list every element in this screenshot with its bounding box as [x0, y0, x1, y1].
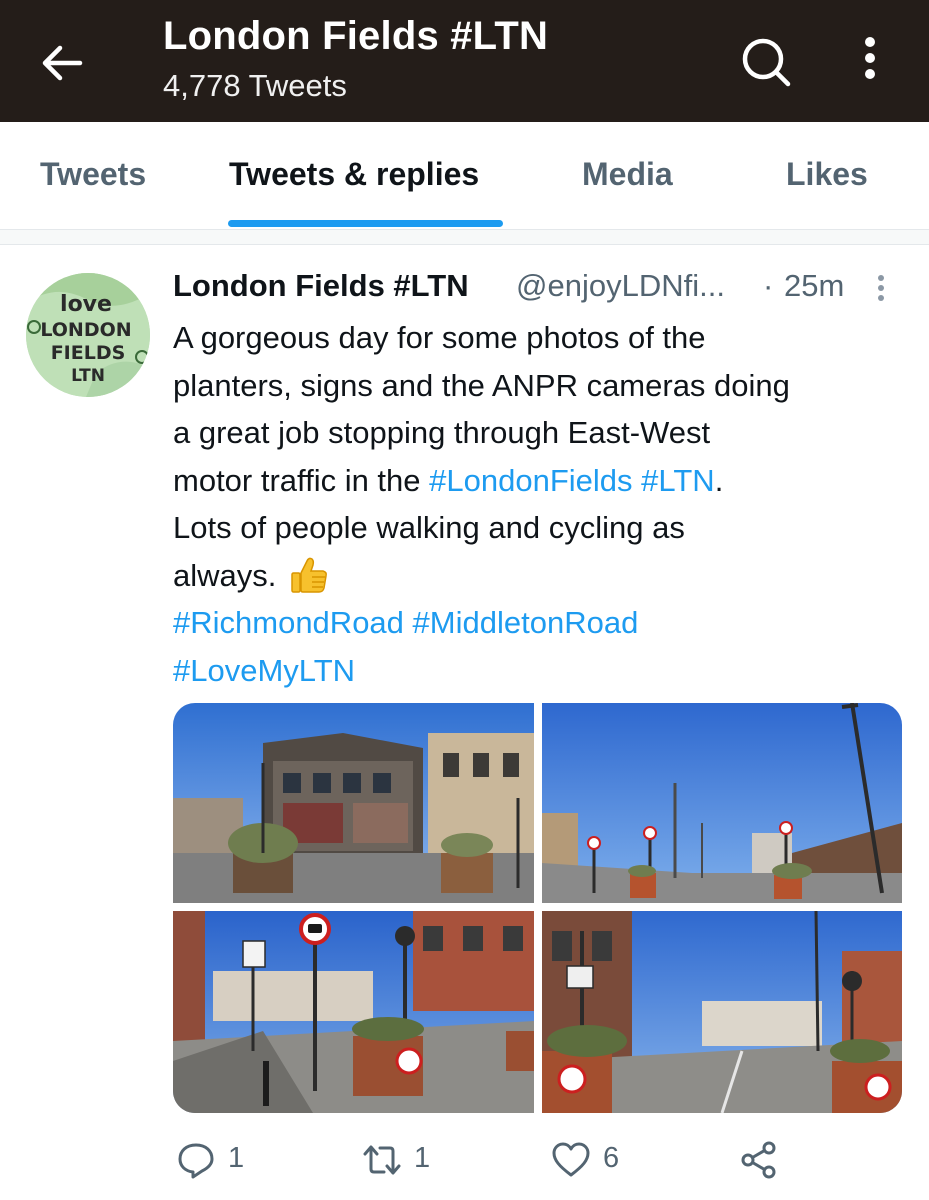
back-button[interactable]: [38, 38, 88, 88]
photo-street-planters-signs[interactable]: [542, 703, 902, 903]
reply-count: 1: [228, 1142, 245, 1174]
share-button[interactable]: [739, 1138, 779, 1182]
more-vertical-icon: [865, 37, 875, 79]
avatar-logo: love LONDON FIELDS LTN: [26, 273, 150, 397]
tweet-options-button[interactable]: [870, 272, 892, 308]
tweet-text-line: #RichmondRoad #MiddletonRoad: [173, 599, 913, 647]
tweet-text-segment: motor traffic in the: [173, 462, 430, 498]
tweet-text-line: a great job stopping through East-West: [173, 415, 711, 450]
photo-grid: [173, 703, 902, 1113]
like-button[interactable]: 6: [551, 1138, 651, 1182]
active-tab-indicator: [228, 220, 503, 227]
tab-tweets[interactable]: Tweets: [40, 156, 146, 193]
hashtag-link[interactable]: #LTN: [641, 463, 715, 498]
author-name[interactable]: London Fields #LTN: [173, 268, 469, 304]
tab-likes[interactable]: Likes: [786, 156, 868, 193]
photo-pub-corner-planter[interactable]: [173, 703, 534, 903]
arrow-left-icon: [42, 45, 83, 81]
reply-button[interactable]: 1: [176, 1138, 276, 1182]
search-icon: [742, 38, 791, 87]
more-vertical-icon: [878, 275, 884, 301]
avatar-text-london: LONDON: [40, 319, 131, 341]
like-count: 6: [603, 1142, 620, 1174]
top-app-bar: London Fields #LTN 4,778 Tweets: [0, 0, 929, 122]
tweet-text-line: #LoveMyLTN: [173, 647, 913, 695]
tab-media[interactable]: Media: [582, 156, 673, 193]
hashtag-link[interactable]: #LondonFields: [429, 463, 632, 498]
tweet-text-line: planters, signs and the ANPR cameras doi…: [173, 367, 790, 403]
share-icon: [741, 1141, 776, 1179]
profile-tabs: Tweets Tweets & replies Media Likes: [0, 122, 929, 230]
search-button[interactable]: [738, 34, 794, 90]
more-options-button[interactable]: [852, 34, 888, 90]
photo-no-motor-vehicle-sign-pavement[interactable]: [173, 911, 534, 1113]
tweet-text-line: motor traffic in the #LondonFields #LTN.: [173, 457, 913, 505]
retweet-icon: [363, 1145, 401, 1175]
retweet-button[interactable]: 1: [362, 1138, 462, 1182]
avatar-text-fields: FIELDS: [51, 342, 126, 364]
profile-title: London Fields #LTN: [163, 14, 549, 58]
hashtag-link[interactable]: #RichmondRoad: [173, 605, 404, 640]
tweet-text-segment: .: [714, 462, 724, 498]
section-gap: [0, 230, 929, 244]
separator-dot: ·: [763, 268, 774, 303]
reply-icon: [178, 1143, 214, 1179]
tweet-text-segment: [404, 605, 413, 640]
avatar-text-love: love: [60, 292, 112, 317]
tweet-text-line: A gorgeous day for some photos of the: [173, 320, 706, 355]
thumbs-up-icon: [291, 557, 327, 593]
tweet-count: 4,778 Tweets: [163, 68, 347, 103]
divider: [0, 244, 929, 245]
retweet-count: 1: [414, 1142, 431, 1174]
photo-planters-anpr-camera[interactable]: [542, 911, 902, 1113]
hashtag-link[interactable]: #LoveMyLTN: [173, 653, 355, 688]
heart-icon: [552, 1142, 590, 1177]
tweet-text-line: Lots of people walking and cycling as: [173, 510, 685, 545]
tab-tweets-and-replies[interactable]: Tweets & replies: [229, 156, 479, 193]
avatar-text-ltn: LTN: [71, 366, 105, 386]
tweet-text-segment: always.: [173, 557, 285, 593]
tweet-text: A gorgeous day for some photos of the pl…: [173, 314, 913, 694]
hashtag-link[interactable]: #MiddletonRoad: [413, 605, 639, 640]
author-handle[interactable]: @enjoyLDNfi...: [516, 268, 725, 304]
tweet-text-line: always.: [173, 552, 913, 600]
tweet-timestamp[interactable]: 25m: [784, 268, 844, 304]
avatar[interactable]: love LONDON FIELDS LTN: [26, 273, 150, 397]
tweet-text-segment: [633, 463, 642, 498]
